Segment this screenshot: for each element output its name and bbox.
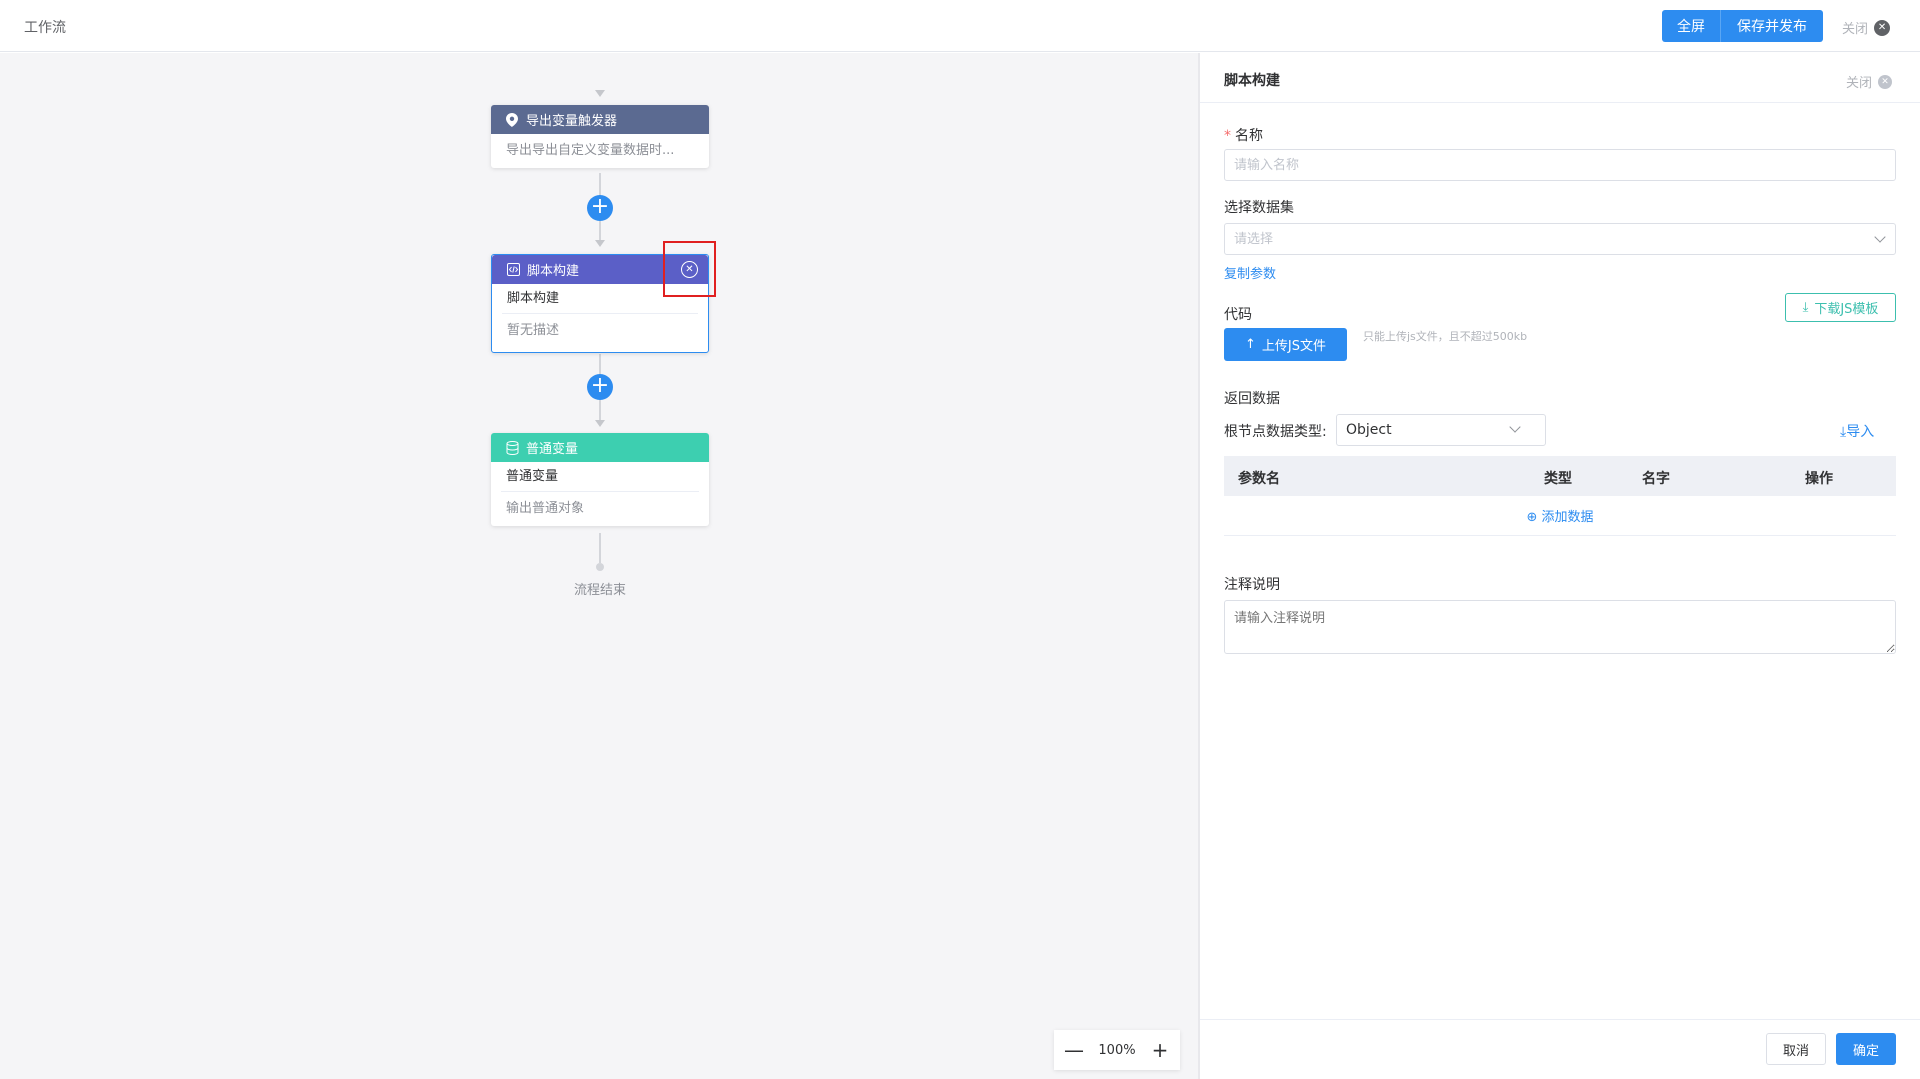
code-label: 代码 bbox=[1224, 307, 1252, 323]
code-icon bbox=[506, 263, 520, 277]
trigger-node-header: 导出变量触发器 bbox=[491, 105, 709, 134]
col-name: 名字 bbox=[1642, 471, 1670, 487]
top-close-button[interactable]: 关闭 ✕ bbox=[1842, 18, 1891, 37]
app-title: 工作流 bbox=[24, 20, 66, 36]
upload-label: 上传JS文件 bbox=[1261, 339, 1326, 354]
name-label: * 名称 bbox=[1224, 125, 1263, 145]
zoom-level: 100% bbox=[1098, 1042, 1136, 1058]
confirm-button[interactable]: 确定 bbox=[1836, 1033, 1896, 1065]
return-data-table: 参数名 类型 名字 操作 ⊕ 添加数据 bbox=[1224, 456, 1896, 536]
name-label-text: 名称 bbox=[1235, 128, 1263, 144]
download-icon: ⤓ bbox=[1802, 300, 1809, 315]
flow-end-label: 流程结束 bbox=[573, 583, 626, 598]
import-button[interactable]: ⤓导入 bbox=[1840, 421, 1874, 441]
database-icon bbox=[505, 440, 519, 455]
top-button-group: 全屏 保存并发布 bbox=[1662, 10, 1823, 42]
root-type-value: Object bbox=[1346, 422, 1392, 438]
dataset-label: 选择数据集 bbox=[1224, 200, 1294, 216]
variable-node-title: 普通变量 bbox=[526, 442, 579, 457]
upload-js-button[interactable]: ↑ 上传JS文件 bbox=[1224, 328, 1347, 361]
script-node-title: 脚本构建 bbox=[527, 264, 580, 279]
trigger-node[interactable]: 导出变量触发器 导出导出自定义变量数据时... bbox=[491, 105, 709, 168]
fullscreen-button[interactable]: 全屏 bbox=[1662, 10, 1721, 42]
trigger-node-title: 导出变量触发器 bbox=[526, 114, 618, 129]
top-close-label: 关闭 bbox=[1842, 22, 1869, 37]
variable-node-header: 普通变量 bbox=[491, 433, 709, 462]
download-template-button[interactable]: ⤓ 下载JS模板 bbox=[1785, 293, 1896, 322]
top-bar: 工作流 全屏 保存并发布 关闭 ✕ bbox=[0, 0, 1920, 52]
col-type: 类型 bbox=[1544, 471, 1572, 487]
panel-footer: 取消 确定 bbox=[1200, 1019, 1920, 1079]
connector-arrow bbox=[595, 90, 605, 97]
dataset-select[interactable] bbox=[1224, 223, 1896, 255]
comment-textarea[interactable] bbox=[1224, 600, 1896, 654]
cancel-button[interactable]: 取消 bbox=[1766, 1033, 1826, 1065]
connector-line bbox=[599, 400, 601, 420]
table-header: 参数名 类型 名字 操作 bbox=[1224, 456, 1896, 496]
download-template-label: 下载JS模板 bbox=[1814, 302, 1879, 317]
connector-line bbox=[599, 533, 601, 563]
end-dot bbox=[596, 563, 604, 571]
location-pin-icon bbox=[505, 112, 519, 127]
connector-line bbox=[599, 221, 601, 241]
col-param-name: 参数名 bbox=[1238, 471, 1280, 487]
close-icon: ✕ bbox=[1874, 19, 1891, 36]
import-label: 导入 bbox=[1846, 424, 1875, 440]
add-node-button[interactable]: + bbox=[587, 195, 613, 221]
close-icon: ✕ bbox=[1878, 74, 1893, 89]
name-input[interactable] bbox=[1224, 149, 1896, 181]
panel-close-button[interactable]: 关闭 ✕ bbox=[1846, 72, 1893, 91]
panel-header: 脚本构建 关闭 ✕ bbox=[1200, 53, 1920, 103]
connector-line bbox=[599, 354, 601, 374]
col-action: 操作 bbox=[1805, 471, 1833, 487]
add-node-button[interactable]: + bbox=[587, 374, 613, 400]
copy-params-link[interactable]: 复制参数 bbox=[1224, 263, 1276, 282]
root-type-label: 根节点数据类型: bbox=[1224, 424, 1327, 440]
script-node-desc: 暂无描述 bbox=[507, 323, 560, 338]
add-data-button[interactable]: ⊕ 添加数据 bbox=[1526, 506, 1593, 525]
upload-hint: 只能上传js文件，且不超过500kb bbox=[1363, 330, 1528, 343]
upload-icon: ↑ bbox=[1245, 337, 1256, 352]
panel-title: 脚本构建 bbox=[1224, 73, 1280, 89]
required-marker: * bbox=[1224, 128, 1231, 144]
zoom-control: — 100% + bbox=[1054, 1030, 1180, 1070]
panel-close-label: 关闭 bbox=[1846, 76, 1873, 91]
node-config-panel: 脚本构建 关闭 ✕ *名称 选择数据集 复制参数 代码 ⤓ 下载JS模板 ↑ 上… bbox=[1200, 53, 1920, 1079]
trigger-node-desc: 导出导出自定义变量数据时... bbox=[506, 143, 675, 158]
variable-node-desc: 输出普通对象 bbox=[506, 501, 585, 516]
connector-arrow bbox=[595, 240, 605, 247]
add-circle-icon: ⊕ bbox=[1526, 510, 1538, 525]
comment-label: 注释说明 bbox=[1224, 577, 1280, 593]
highlight-annotation bbox=[663, 241, 716, 297]
variable-node-name: 普通变量 bbox=[501, 462, 699, 492]
add-data-label: 添加数据 bbox=[1541, 510, 1594, 525]
save-publish-button[interactable]: 保存并发布 bbox=[1721, 10, 1823, 42]
return-data-label: 返回数据 bbox=[1224, 391, 1280, 407]
zoom-in-button[interactable]: + bbox=[1150, 1038, 1170, 1062]
connector-arrow bbox=[595, 420, 605, 427]
table-add-row: ⊕ 添加数据 bbox=[1224, 496, 1896, 536]
zoom-out-button[interactable]: — bbox=[1064, 1038, 1084, 1062]
variable-node[interactable]: 普通变量 普通变量 输出普通对象 bbox=[491, 433, 709, 526]
